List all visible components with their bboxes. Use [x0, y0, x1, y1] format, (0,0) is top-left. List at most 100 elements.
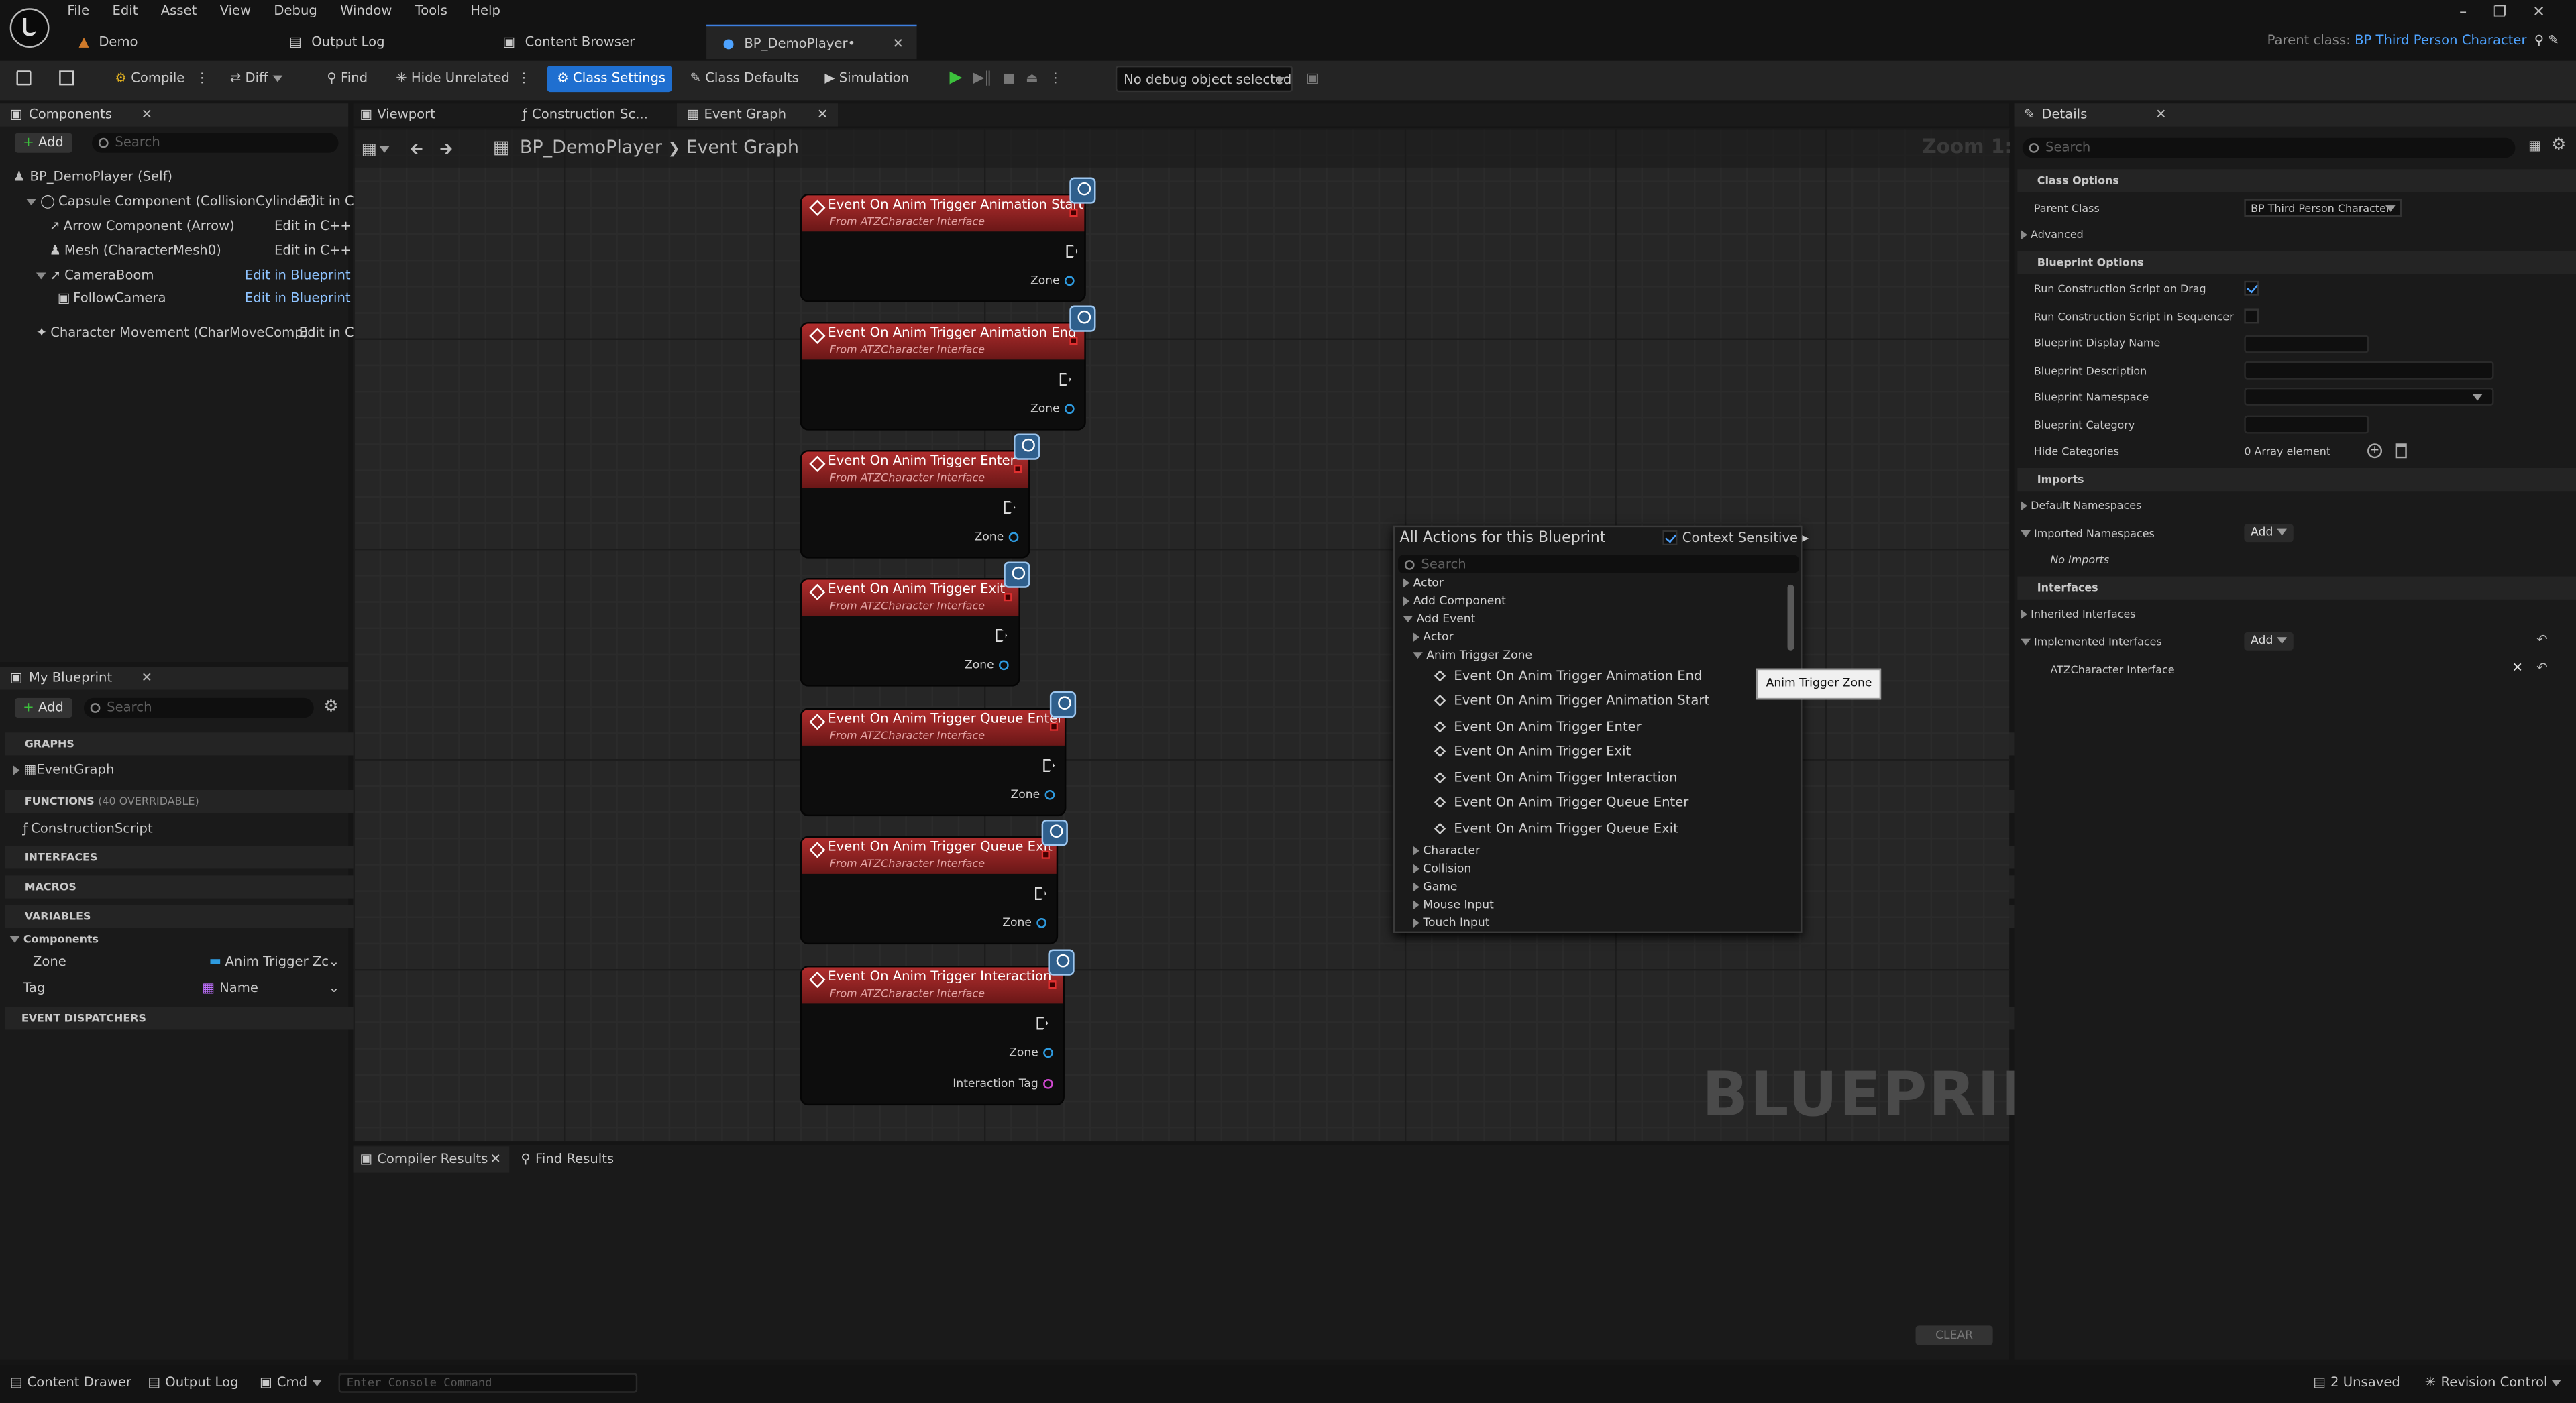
tab-viewport[interactable]: ▣ Viewport	[360, 107, 435, 121]
namespace-input[interactable]	[2244, 387, 2494, 406]
details-interfaces[interactable]: Interfaces	[2017, 576, 2576, 600]
node-queue-exit[interactable]: Event On Anim Trigger Queue Exit From ATZ…	[802, 820, 1068, 943]
exec-out-pin[interactable]	[1066, 244, 1078, 258]
menu-view[interactable]: View	[220, 3, 251, 18]
delegate-pin[interactable]	[1069, 337, 1078, 345]
add-element-icon[interactable]: +	[2367, 443, 2383, 459]
close-panel-icon[interactable]: ✕	[142, 667, 152, 689]
add-interface-button[interactable]: Add	[2244, 632, 2294, 651]
node-interaction[interactable]: Event On Anim Trigger Interaction From AT…	[802, 949, 1075, 1104]
stop-icon[interactable]: ■	[1002, 70, 1015, 85]
exec-out-pin[interactable]	[1043, 759, 1055, 773]
reset-icon[interactable]: ↶	[2536, 660, 2547, 675]
action-event-exit[interactable]: Event On Anim Trigger Exit	[1434, 744, 1631, 759]
action-search[interactable]: Search	[1398, 555, 1799, 573]
chevron-down-icon[interactable]: ⌄	[329, 980, 339, 995]
function-construction-script[interactable]: ƒ ConstructionScript	[23, 822, 152, 836]
run-construction-drag-checkbox[interactable]	[2244, 280, 2259, 296]
close-tab-icon[interactable]: ✕	[817, 103, 828, 126]
tab-find-results[interactable]: ⚲ Find Results	[521, 1152, 614, 1166]
variable-tag[interactable]: Tag ▦ Name ⌄	[23, 980, 345, 995]
zone-pin[interactable]: Zone	[1009, 1046, 1053, 1060]
compile-button[interactable]: ⚙ Compile ⋮	[115, 66, 209, 92]
menu-help[interactable]: Help	[470, 3, 500, 18]
step-icon[interactable]: ▶‖	[973, 70, 991, 87]
tab-compiler-results[interactable]: ▣ Compiler Results ✕	[353, 1146, 510, 1173]
zone-pin[interactable]: Zone	[975, 530, 1019, 544]
action-actor[interactable]: Actor	[1403, 577, 1444, 590]
details-settings-icon[interactable]: ⚙	[2551, 136, 2566, 154]
parent-class-link[interactable]: BP Third Person Character	[2355, 33, 2526, 48]
interaction-tag-pin[interactable]: Interaction Tag	[953, 1078, 1053, 1090]
action-mouse-input[interactable]: Mouse Input	[1413, 899, 1494, 911]
tab-output-log[interactable]: ▤ Output Log	[273, 25, 401, 59]
chevron-down-icon[interactable]: ⌄	[329, 954, 339, 969]
delegate-pin[interactable]	[1069, 209, 1078, 217]
cmd-select[interactable]: ▣ Cmd	[260, 1375, 321, 1390]
action-event-animation-start[interactable]: Event On Anim Trigger Animation Start	[1434, 693, 1709, 708]
eject-icon[interactable]: ⏏	[1026, 70, 1038, 85]
hide-options-icon[interactable]: ⋮	[517, 70, 531, 85]
action-collision[interactable]: Collision	[1413, 862, 1471, 875]
exec-out-pin[interactable]	[1059, 372, 1071, 386]
context-sensitive-toggle[interactable]: Context Sensitive ▸	[1662, 530, 1809, 546]
minimize-button[interactable]: –	[2459, 5, 2467, 21]
class-settings-button[interactable]: ⚙ Class Settings	[547, 65, 672, 93]
component-followcamera[interactable]: ▣ FollowCamera Edit in Blueprint	[58, 290, 351, 305]
details-class-options[interactable]: Class Options	[2017, 169, 2576, 192]
details-imports[interactable]: Imports	[2017, 467, 2576, 492]
node-exit[interactable]: Event On Anim Trigger Exit From ATZCharac…	[802, 561, 1030, 685]
variable-category-components[interactable]: Components	[9, 933, 99, 946]
inherited-interfaces-toggle[interactable]: Inherited Interfaces	[2021, 608, 2136, 621]
revision-control-button[interactable]: ✳ Revision Control	[2425, 1375, 2562, 1390]
imported-namespaces-toggle[interactable]: Imported Namespaces	[2021, 527, 2155, 541]
component-mesh[interactable]: ♟ Mesh (CharacterMesh0) Edit in C++	[49, 243, 351, 258]
category-input[interactable]	[2244, 415, 2369, 434]
delegate-pin[interactable]	[1041, 850, 1050, 859]
exec-out-pin[interactable]	[1036, 1016, 1049, 1030]
action-event-enter[interactable]: Event On Anim Trigger Enter	[1434, 720, 1642, 734]
tab-demo[interactable]: ▲ Demo	[62, 25, 154, 59]
details-blueprint-options[interactable]: Blueprint Options	[2017, 251, 2576, 274]
forward-arrow-icon[interactable]: 🡲	[439, 142, 453, 160]
add-member-button[interactable]: + Add	[15, 697, 72, 718]
close-panel-icon[interactable]: ✕	[142, 103, 152, 126]
delegate-pin[interactable]	[1014, 465, 1022, 473]
my-blueprint-search[interactable]: Search	[83, 697, 314, 718]
node-animation-start[interactable]: Event On Anim Trigger Animation Start Fro…	[802, 177, 1096, 301]
compile-options-icon[interactable]: ⋮	[195, 70, 209, 85]
breadcrumb-root[interactable]: BP_DemoPlayer	[520, 136, 662, 158]
action-scrollbar[interactable]	[1787, 584, 1794, 651]
remove-interface-icon[interactable]: ✕	[2512, 660, 2523, 675]
exec-out-pin[interactable]	[996, 628, 1008, 642]
tab-bp-demoplayer[interactable]: ● BP_DemoPlayer• ✕	[706, 24, 917, 60]
component-arrow[interactable]: ↗ Arrow Component (Arrow) Edit in C++	[49, 219, 351, 233]
description-input[interactable]	[2244, 361, 2494, 380]
graph-options-icon[interactable]: ▦	[362, 142, 377, 160]
menu-edit[interactable]: Edit	[112, 3, 138, 18]
graph-eventgraph[interactable]: ▦EventGraph	[13, 762, 115, 777]
back-arrow-icon[interactable]: 🡰	[410, 142, 423, 160]
output-log-button[interactable]: ▤ Output Log	[148, 1375, 238, 1390]
parent-class-select[interactable]: BP Third Person Character	[2244, 199, 2402, 217]
play-options-icon[interactable]: ⋮	[1049, 70, 1063, 85]
trash-icon[interactable]	[2395, 443, 2407, 459]
close-tab-icon[interactable]: ✕	[490, 1146, 501, 1172]
unreal-logo[interactable]	[9, 8, 50, 48]
chevron-down-icon[interactable]	[380, 146, 390, 153]
exec-out-pin[interactable]	[1004, 500, 1016, 514]
class-defaults-button[interactable]: ✎ Class Defaults	[690, 66, 799, 92]
exec-out-pin[interactable]	[1034, 887, 1047, 901]
zone-pin[interactable]: Zone	[1002, 917, 1047, 930]
menu-window[interactable]: Window	[340, 3, 392, 18]
component-capsule[interactable]: ◯ Capsule Component (CollisionCylinder) E…	[26, 194, 354, 209]
advanced-toggle[interactable]: Advanced	[2021, 228, 2084, 241]
action-anim-trigger-zone[interactable]: Anim Trigger Zone	[1413, 649, 1532, 662]
console-input[interactable]: Enter Console Command	[338, 1373, 638, 1393]
action-add-component[interactable]: Add Component	[1403, 595, 1506, 608]
variable-zone[interactable]: Zone Anim Trigger Zc ⌄	[33, 954, 345, 969]
close-tab-icon[interactable]: ✕	[893, 26, 904, 60]
action-touch-input[interactable]: Touch Input	[1413, 917, 1489, 930]
simulation-button[interactable]: ▶ Simulation	[824, 66, 909, 92]
action-game[interactable]: Game	[1413, 881, 1457, 893]
